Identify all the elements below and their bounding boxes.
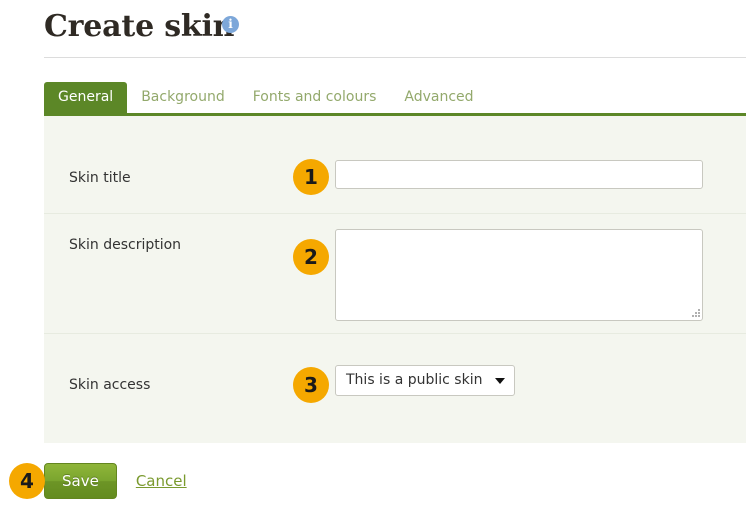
step-badge-4: 4 xyxy=(9,463,45,499)
step-badge-2: 2 xyxy=(293,239,329,275)
skin-description-label: Skin description xyxy=(69,237,182,253)
form-row-skin-access: Skin access This is a public skin xyxy=(44,334,746,443)
tab-advanced[interactable]: Advanced xyxy=(390,82,487,113)
skin-description-textarea[interactable] xyxy=(335,229,703,321)
form-actions: Save Cancel xyxy=(44,463,187,499)
tab-general[interactable]: General xyxy=(44,82,128,113)
page-header: Create skin i xyxy=(44,6,746,58)
skin-title-input[interactable] xyxy=(335,160,703,189)
save-button[interactable]: Save xyxy=(44,463,117,499)
form-row-skin-description: Skin description xyxy=(44,214,746,334)
form-row-skin-title: Skin title xyxy=(44,116,746,214)
step-badge-3: 3 xyxy=(293,367,329,403)
skin-access-label: Skin access xyxy=(69,377,151,393)
skin-title-label: Skin title xyxy=(69,170,131,186)
skin-description-wrapper xyxy=(335,229,703,321)
tab-fonts-and-colours[interactable]: Fonts and colours xyxy=(239,82,391,113)
tab-bar: General Background Fonts and colours Adv… xyxy=(44,82,746,116)
chevron-down-icon xyxy=(495,378,505,384)
info-icon[interactable]: i xyxy=(222,16,239,33)
skin-access-selected-value: This is a public skin xyxy=(346,372,483,388)
tab-background[interactable]: Background xyxy=(127,82,239,113)
skin-access-select[interactable]: This is a public skin xyxy=(335,365,515,396)
page-title: Create skin xyxy=(44,9,235,44)
step-badge-1: 1 xyxy=(293,159,329,195)
cancel-link[interactable]: Cancel xyxy=(136,472,187,490)
form-panel: Skin title Skin description Skin access … xyxy=(44,116,746,443)
